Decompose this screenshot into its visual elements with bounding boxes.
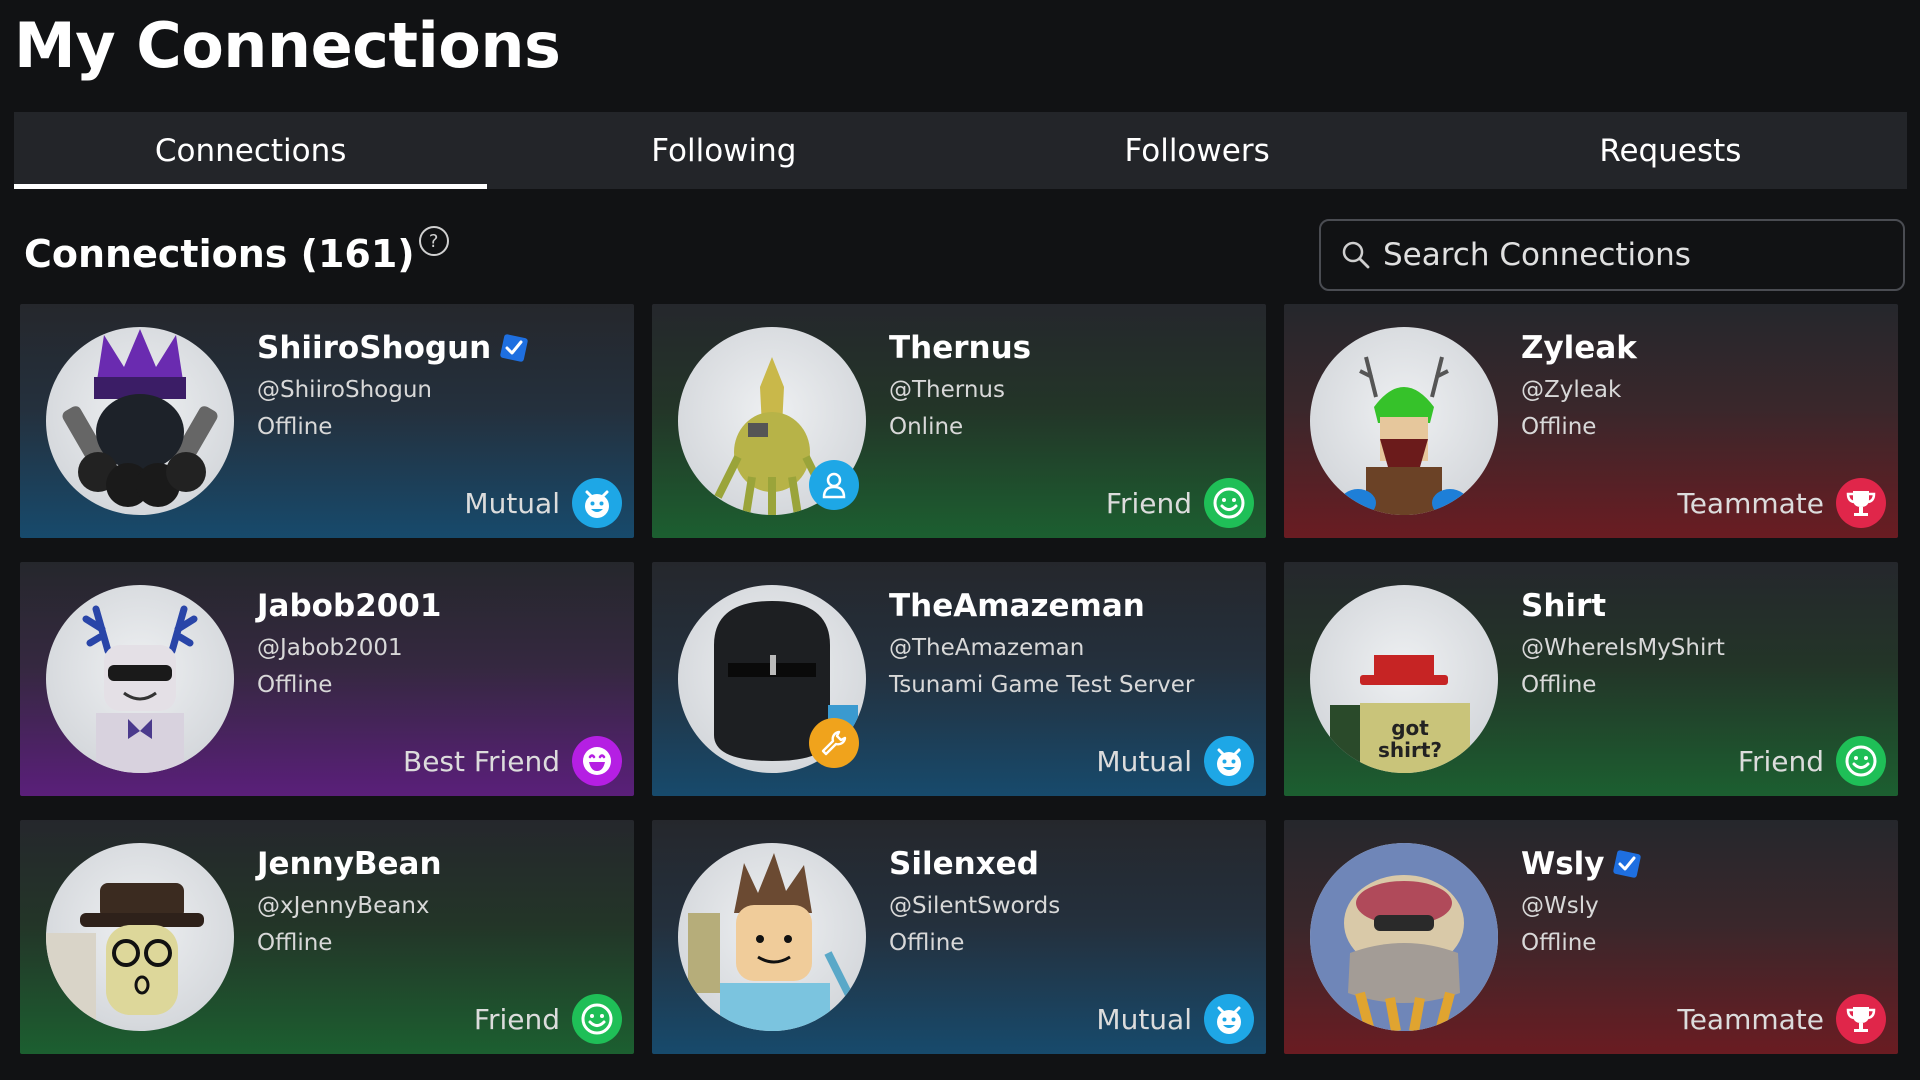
connections-grid: ShiiroShogun @ShiiroShogun Offline Mutua… (20, 304, 1898, 1054)
relation-tag: Mutual (1096, 736, 1254, 786)
connection-info: JennyBean @xJennyBeanx Offline (257, 842, 442, 962)
relation-label: Mutual (1096, 1002, 1192, 1036)
relation-label: Teammate (1677, 1002, 1824, 1036)
relation-label: Friend (1105, 486, 1192, 520)
relation-label: Mutual (464, 486, 560, 520)
verified-badge-icon (1613, 850, 1642, 878)
connection-info: Jabob2001 @Jabob2001 Offline (257, 584, 441, 704)
presence-status: Offline (889, 930, 965, 956)
username: @Jabob2001 (257, 635, 403, 661)
display-name: ShiiroShogun (257, 330, 492, 366)
section-title: Connections (161) (24, 232, 415, 276)
relation-tag: Best Friend (403, 736, 622, 786)
avatar[interactable] (46, 843, 234, 1031)
best-friend-grin-icon (572, 736, 622, 786)
connection-card[interactable]: Zyleak @Zyleak Offline Teammate (1284, 304, 1898, 538)
mutual-smile-icon (1204, 736, 1254, 786)
connection-info: Wsly @Wsly Offline (1521, 842, 1642, 962)
trophy-icon (1836, 994, 1886, 1044)
connection-card[interactable]: Silenxed @SilentSwords Offline Mutual (652, 820, 1266, 1054)
username: @SilentSwords (889, 893, 1061, 919)
verified-badge-icon (500, 334, 528, 362)
friend-smile-icon (1836, 736, 1886, 786)
friend-smile-icon (572, 994, 622, 1044)
display-name: Jabob2001 (257, 588, 442, 624)
tab-following[interactable]: Following (487, 112, 960, 189)
avatar[interactable] (46, 585, 234, 773)
relation-label: Friend (1737, 744, 1824, 778)
relation-label: Teammate (1677, 486, 1824, 520)
username: @xJennyBeanx (257, 893, 430, 919)
username: @Wsly (1521, 893, 1599, 919)
relation-tag: Mutual (1096, 994, 1254, 1044)
connection-info: Thernus @Thernus Online (889, 326, 1031, 446)
presence-status: Online (889, 414, 964, 440)
tab-connections[interactable]: Connections (14, 112, 488, 189)
friend-smile-icon (1204, 478, 1254, 528)
search-icon (1342, 241, 1370, 269)
connection-card[interactable]: Jabob2001 @Jabob2001 Offline Best Friend (20, 562, 634, 796)
username: @WhereIsMyShirt (1521, 635, 1725, 661)
relation-tag: Mutual (464, 478, 622, 528)
relation-tag: Friend (1106, 478, 1254, 528)
connection-info: Silenxed @SilentSwords Offline (889, 842, 1060, 962)
display-name: JennyBean (257, 846, 442, 882)
avatar[interactable]: got shirt? (1310, 585, 1498, 773)
connection-card[interactable]: Thernus @Thernus Online Friend (652, 304, 1266, 538)
studio-wrench-icon (809, 718, 859, 768)
avatar[interactable] (46, 327, 234, 515)
section-header: Connections (161) ? (24, 226, 449, 282)
mutual-smile-icon (572, 478, 622, 528)
relation-label: Mutual (1096, 744, 1192, 778)
connection-info: TheAmazeman @TheAmazeman Tsunami Game Te… (889, 584, 1194, 704)
connection-info: Shirt @WhereIsMyShirt Offline (1521, 584, 1725, 704)
question-circle-icon[interactable]: ? (418, 226, 449, 256)
mutual-smile-icon (1204, 994, 1254, 1044)
connection-card[interactable]: Wsly @Wsly Offline Teammate (1284, 820, 1898, 1054)
display-name: Zyleak (1521, 330, 1637, 366)
username: @ShiiroShogun (257, 377, 432, 403)
relation-tag: Teammate (1677, 994, 1886, 1044)
connection-card[interactable]: JennyBean @xJennyBeanx Offline Friend (20, 820, 634, 1054)
search-input[interactable] (1381, 236, 1903, 274)
relation-label: Friend (473, 1002, 560, 1036)
relation-label: Best Friend (402, 744, 560, 778)
connection-card[interactable]: TheAmazeman @TheAmazeman Tsunami Game Te… (652, 562, 1266, 796)
connection-info: Zyleak @Zyleak Offline (1521, 326, 1637, 446)
connection-card[interactable]: got shirt? Shirt @WhereIsMyShirt Offline … (1284, 562, 1898, 796)
presence-status: Tsunami Game Test Server (889, 672, 1195, 698)
tab-requests[interactable]: Requests (1434, 112, 1907, 189)
presence-status: Offline (257, 672, 333, 698)
presence-status: Offline (257, 930, 333, 956)
trophy-icon (1836, 478, 1886, 528)
avatar[interactable] (678, 843, 866, 1031)
tab-followers[interactable]: Followers (961, 112, 1434, 189)
tab-bar: Connections Following Followers Requests (14, 112, 1907, 189)
page-title: My Connections (14, 9, 561, 82)
display-name: Wsly (1521, 846, 1605, 882)
connection-info: ShiiroShogun @ShiiroShogun Offline (257, 326, 529, 446)
relation-tag: Teammate (1677, 478, 1886, 528)
relation-tag: Friend (474, 994, 622, 1044)
username: @Zyleak (1521, 377, 1622, 403)
search-box (1319, 219, 1905, 291)
username: @TheAmazeman (889, 635, 1085, 661)
display-name: Shirt (1521, 588, 1607, 624)
display-name: Silenxed (889, 846, 1039, 882)
presence-status: Offline (1521, 672, 1597, 698)
display-name: TheAmazeman (889, 588, 1145, 624)
presence-status: Offline (1521, 930, 1597, 956)
online-user-icon (809, 460, 859, 510)
presence-status: Offline (257, 414, 333, 440)
relation-tag: Friend (1738, 736, 1886, 786)
connection-card[interactable]: ShiiroShogun @ShiiroShogun Offline Mutua… (20, 304, 634, 538)
avatar[interactable] (1310, 327, 1498, 515)
username: @Thernus (889, 377, 1005, 403)
avatar[interactable] (1310, 843, 1498, 1031)
presence-status: Offline (1521, 414, 1597, 440)
display-name: Thernus (889, 330, 1032, 366)
